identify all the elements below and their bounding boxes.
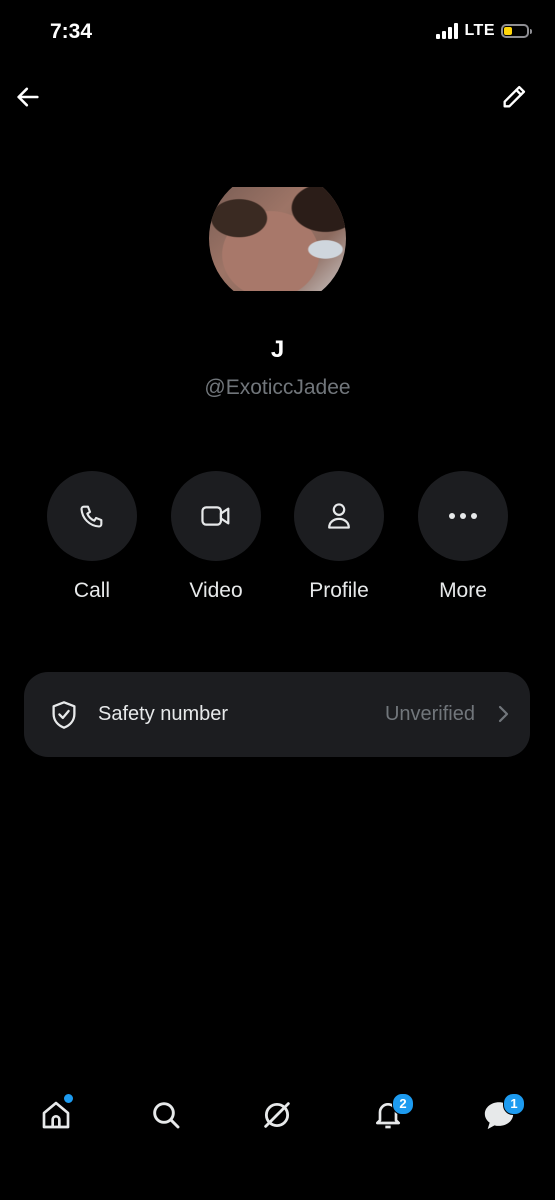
signal-icon — [436, 23, 459, 39]
video-camera-icon — [201, 506, 230, 526]
messages-badge: 1 — [503, 1093, 525, 1115]
notifications-badge: 2 — [392, 1093, 414, 1115]
back-button[interactable] — [6, 75, 50, 119]
safety-number-row[interactable]: Safety number Unverified — [24, 672, 530, 757]
status-indicators: LTE — [436, 22, 532, 40]
more-button[interactable]: More — [403, 471, 523, 603]
battery-icon — [501, 24, 532, 38]
pencil-icon — [503, 85, 526, 108]
more-label: More — [439, 579, 487, 602]
shield-check-icon — [52, 701, 76, 729]
status-time: 7:34 — [50, 20, 93, 43]
network-label: LTE — [464, 22, 495, 39]
person-icon — [328, 503, 350, 529]
avatar-photo — [209, 187, 346, 291]
more-circle[interactable] — [418, 471, 508, 561]
tab-home[interactable] — [26, 1085, 86, 1145]
tab-notifications[interactable]: 2 — [358, 1085, 418, 1145]
safety-number-label: Safety number — [98, 703, 229, 725]
tab-messages[interactable]: 1 — [469, 1085, 529, 1145]
video-button[interactable]: Video — [156, 471, 276, 603]
status-bar: 7:34 LTE — [0, 0, 555, 70]
user-handle: @ExoticcJadee — [204, 376, 351, 399]
tab-grok[interactable] — [247, 1085, 307, 1145]
display-name: J — [270, 336, 285, 363]
arrow-left-icon — [17, 87, 39, 107]
battery-level — [504, 27, 513, 35]
call-label: Call — [73, 579, 111, 602]
edit-button[interactable] — [492, 75, 536, 119]
call-button[interactable]: Call — [32, 471, 152, 603]
phone-icon — [80, 505, 103, 528]
chevron-right-icon — [498, 705, 509, 723]
grok-icon — [264, 1102, 290, 1128]
safety-status: Unverified — [384, 703, 475, 725]
avatar[interactable] — [209, 170, 346, 307]
profile-circle[interactable] — [294, 471, 384, 561]
home-indicator-dot — [63, 1093, 74, 1104]
search-icon — [153, 1102, 180, 1129]
tab-bar: 2 1 — [0, 1085, 555, 1150]
profile-label: Profile — [309, 579, 369, 602]
more-dots-icon — [449, 513, 477, 519]
tab-search[interactable] — [136, 1085, 196, 1145]
video-circle[interactable] — [171, 471, 261, 561]
call-circle[interactable] — [47, 471, 137, 561]
profile-button[interactable]: Profile — [279, 471, 399, 603]
video-label: Video — [189, 579, 243, 602]
